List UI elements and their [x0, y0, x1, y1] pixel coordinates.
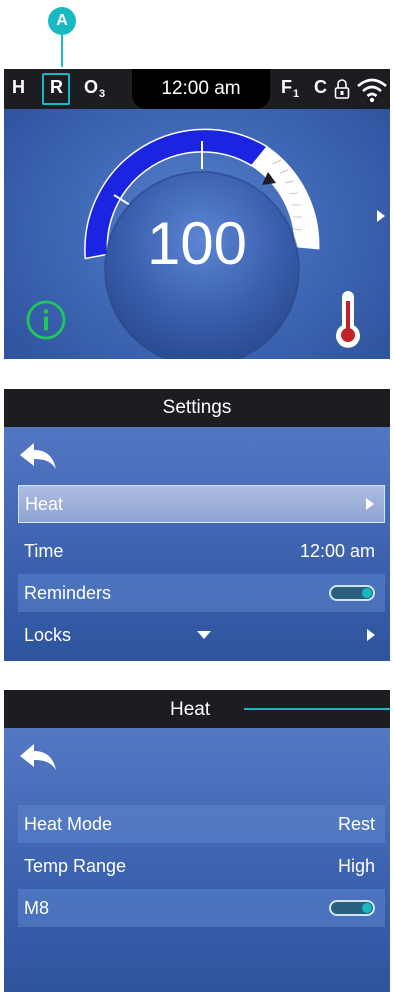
heat-item-label: Temp Range	[24, 855, 127, 876]
back-arrow-icon[interactable]	[18, 742, 58, 772]
toggle-knob	[362, 903, 372, 913]
settings-item-time[interactable]: Time 12:00 am	[18, 532, 385, 570]
callout-a-line	[61, 35, 63, 67]
heat-title: Heat	[170, 699, 211, 720]
settings-title: Settings	[4, 389, 390, 427]
heat-item-temp-range[interactable]: Temp Range High	[18, 847, 385, 885]
settings-item-heat[interactable]: Heat	[18, 485, 385, 523]
heat-header: Heat	[4, 690, 390, 728]
back-arrow-icon[interactable]	[18, 441, 58, 471]
heat-item-label: M8	[24, 897, 50, 918]
settings-item-label: Time	[24, 540, 64, 561]
heat-item-value: High	[337, 855, 375, 876]
settings-item-label: Reminders	[24, 582, 112, 603]
settings-item-label: Locks	[24, 624, 72, 645]
toggle-knob	[362, 588, 372, 598]
m8-toggle[interactable]	[329, 900, 375, 916]
heat-item-label: Heat Mode	[24, 813, 113, 834]
right-arrow-icon	[367, 629, 375, 641]
callout-a: A	[48, 7, 76, 35]
info-icon[interactable]	[25, 299, 67, 346]
home-screen: H R O3 12:00 am F1 C 100	[4, 69, 390, 359]
settings-item-reminders[interactable]: Reminders	[18, 574, 385, 612]
heat-title-callout-line	[244, 708, 390, 710]
settings-item-label: Heat	[25, 493, 64, 514]
right-arrow-icon[interactable]	[376, 209, 386, 228]
heat-item-heat-mode[interactable]: Heat Mode Rest	[18, 805, 385, 843]
heat-screen: Heat Heat Mode Rest Temp Range High M8	[4, 690, 390, 992]
thermometer-icon[interactable]	[333, 291, 363, 354]
temperature-value: 100	[146, 210, 248, 277]
scroll-down-icon[interactable]	[197, 631, 211, 639]
right-arrow-icon	[366, 498, 374, 510]
settings-item-value: 12:00 am	[299, 540, 375, 561]
heat-item-value: Rest	[337, 813, 375, 834]
settings-screen: Settings Heat Time 12:00 am Reminders Lo…	[4, 389, 390, 661]
reminders-toggle[interactable]	[329, 585, 375, 601]
heat-item-m8[interactable]: M8	[18, 889, 385, 927]
